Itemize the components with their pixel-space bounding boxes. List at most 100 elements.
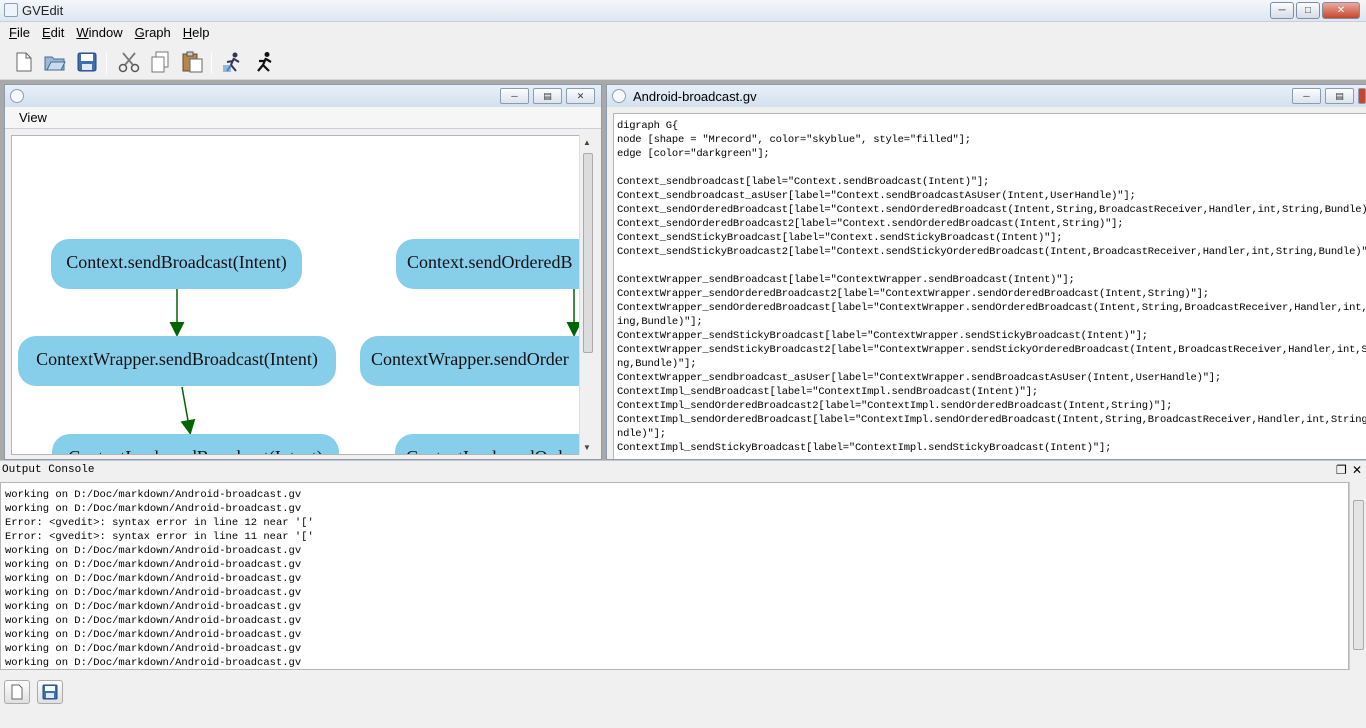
run-icon[interactable]	[252, 50, 276, 74]
source-line	[617, 259, 1364, 273]
app-title-bar: GVEdit ─ □ ✕	[0, 0, 1366, 22]
graph-node[interactable]: ContextImpl.sendOrde	[395, 434, 580, 454]
graph-window-restore-button[interactable]: ▤	[533, 88, 562, 104]
source-window-close-button[interactable]	[1358, 88, 1366, 104]
layout-icon[interactable]	[221, 50, 245, 74]
source-line: Context_sendStickyBroadcast[label="Conte…	[617, 232, 1063, 244]
maximize-button[interactable]: □	[1296, 2, 1320, 19]
console-line: working on D:/Doc/markdown/Android-broad…	[5, 545, 302, 557]
scrollbar-thumb[interactable]	[1353, 500, 1364, 650]
console-line: working on D:/Doc/markdown/Android-broad…	[5, 615, 302, 627]
toolbar-separator	[211, 52, 212, 74]
console-line: working on D:/Doc/markdown/Android-broad…	[5, 559, 302, 571]
open-folder-icon[interactable]	[43, 50, 67, 74]
graph-node[interactable]: ContextImpl.sendBroadcast(Intent)	[52, 434, 339, 454]
console-line: working on D:/Doc/markdown/Android-broad…	[5, 657, 302, 669]
scroll-up-arrow-icon[interactable]: ▲	[583, 138, 591, 147]
toolbar-separator	[106, 52, 107, 74]
save-console-button[interactable]	[37, 680, 63, 704]
output-console-header: Output Console ❐ ✕	[0, 460, 1366, 480]
output-console[interactable]: working on D:/Doc/markdown/Android-broad…	[0, 482, 1349, 670]
source-line: Context_sendbroadcast[label="Context.sen…	[617, 176, 990, 188]
save-icon	[42, 684, 58, 700]
console-line: Error: <gvedit>: syntax error in line 12…	[5, 517, 314, 529]
graph-window-menu: View	[5, 107, 601, 129]
copy-icon[interactable]	[148, 50, 172, 74]
menu-file[interactable]: File	[3, 23, 36, 43]
source-line: ContextWrapper_sendOrderedBroadcast2[lab…	[617, 288, 1209, 300]
graph-edges	[169, 289, 580, 435]
source-window-restore-button[interactable]: ▤	[1325, 88, 1354, 104]
source-line	[617, 161, 1364, 175]
graph-vertical-scrollbar[interactable]: ▲ ▼	[579, 135, 595, 455]
new-file-icon	[11, 684, 23, 700]
console-line: working on D:/Doc/markdown/Android-broad…	[5, 503, 302, 515]
source-line: edge [color="darkgreen"];	[617, 148, 770, 160]
toolbar	[0, 44, 1366, 80]
console-line: working on D:/Doc/markdown/Android-broad…	[5, 587, 302, 599]
menu-edit[interactable]: Edit	[36, 23, 70, 43]
source-line: ing,Bundle)"];	[617, 316, 703, 328]
source-line: digraph G{	[617, 120, 679, 132]
menu-help[interactable]: Help	[177, 23, 216, 43]
graph-window-close-button[interactable]: ✕	[566, 88, 595, 104]
graph-node[interactable]: ContextWrapper.sendOrder	[360, 336, 580, 386]
paste-icon[interactable]	[180, 50, 204, 74]
source-window-minimize-button[interactable]: ─	[1292, 88, 1321, 104]
source-line: ndle)"];	[617, 428, 666, 440]
scrollbar-thumb[interactable]	[583, 153, 593, 353]
new-file-icon[interactable]	[12, 50, 36, 74]
console-line: working on D:/Doc/markdown/Android-broad…	[5, 573, 302, 585]
source-line: Context_sendOrderedBroadcast[label="Cont…	[617, 204, 1366, 216]
source-line: Context_sendbroadcast_asUser[label="Cont…	[617, 190, 1136, 202]
source-editor[interactable]: digraph G{ node [shape = "Mrecord", color…	[613, 113, 1366, 459]
console-float-icon[interactable]: ❐	[1336, 463, 1347, 477]
console-line: working on D:/Doc/markdown/Android-broad…	[5, 489, 302, 501]
console-line: working on D:/Doc/markdown/Android-broad…	[5, 601, 302, 613]
source-line: ContextImpl_sendOrderedBroadcast2[label=…	[617, 400, 1173, 412]
source-line: ContextWrapper_sendStickyBroadcast2[labe…	[617, 344, 1366, 356]
source-line: ContextImpl_sendBroadcast[label="Context…	[617, 386, 1038, 398]
source-window-icon	[612, 89, 626, 103]
source-line: ContextWrapper_sendBroadcast[label="Cont…	[617, 274, 1075, 286]
source-line: ContextWrapper_sendOrderedBroadcast[labe…	[617, 302, 1366, 314]
console-line: working on D:/Doc/markdown/Android-broad…	[5, 643, 302, 655]
graph-canvas[interactable]: Context.sendBroadcast(Intent) Context.se…	[11, 135, 581, 455]
console-button-bar	[0, 672, 1366, 728]
menu-graph[interactable]: Graph	[129, 23, 177, 43]
menu-window[interactable]: Window	[70, 23, 128, 43]
source-line: Context_sendStickyBroadcast2[label="Cont…	[617, 246, 1366, 258]
console-close-icon[interactable]: ✕	[1352, 463, 1362, 477]
console-line: Error: <gvedit>: syntax error in line 11…	[5, 531, 314, 543]
source-line: ng,Bundle)"];	[617, 358, 697, 370]
source-line: ContextImpl_sendOrderedBroadcast[label="…	[617, 414, 1366, 426]
graph-window: ─ ▤ ✕ View Context.sendBroadcast(Intent)…	[4, 84, 602, 460]
graph-window-titlebar[interactable]: ─ ▤ ✕	[5, 85, 601, 107]
source-line: node [shape = "Mrecord", color="skyblue"…	[617, 134, 971, 146]
source-window-titlebar[interactable]: Android-broadcast.gv ─ ▤	[607, 85, 1366, 107]
source-window: Android-broadcast.gv ─ ▤ digraph G{ node …	[606, 84, 1366, 460]
graph-window-icon	[10, 89, 24, 103]
source-window-title: Android-broadcast.gv	[633, 89, 757, 104]
cut-icon[interactable]	[117, 50, 141, 74]
source-line: ContextWrapper_sendStickyBroadcast[label…	[617, 330, 1148, 342]
console-line: working on D:/Doc/markdown/Android-broad…	[5, 629, 302, 641]
graph-node[interactable]: Context.sendOrderedB	[396, 239, 580, 289]
minimize-button[interactable]: ─	[1270, 2, 1294, 19]
menu-view[interactable]: View	[19, 110, 47, 125]
scroll-down-arrow-icon[interactable]: ▼	[583, 443, 591, 452]
close-button[interactable]: ✕	[1322, 2, 1360, 19]
clear-console-button[interactable]	[4, 680, 30, 704]
mdi-area: ─ ▤ ✕ View Context.sendBroadcast(Intent)…	[0, 80, 1366, 460]
save-icon[interactable]	[75, 50, 99, 74]
source-line: Context_sendOrderedBroadcast2[label="Con…	[617, 218, 1124, 230]
source-line: ContextWrapper_sendbroadcast_asUser[labe…	[617, 372, 1222, 384]
app-title: GVEdit	[22, 3, 64, 18]
source-line: ContextImpl_sendStickyBroadcast[label="C…	[617, 442, 1112, 454]
graph-node[interactable]: Context.sendBroadcast(Intent)	[51, 239, 302, 289]
graph-node[interactable]: ContextWrapper.sendBroadcast(Intent)	[18, 336, 336, 386]
output-console-title: Output Console	[2, 464, 95, 476]
graph-window-minimize-button[interactable]: ─	[500, 88, 529, 104]
menu-bar: File Edit Window Graph Help	[0, 22, 1366, 44]
console-vertical-scrollbar[interactable]	[1349, 482, 1366, 670]
